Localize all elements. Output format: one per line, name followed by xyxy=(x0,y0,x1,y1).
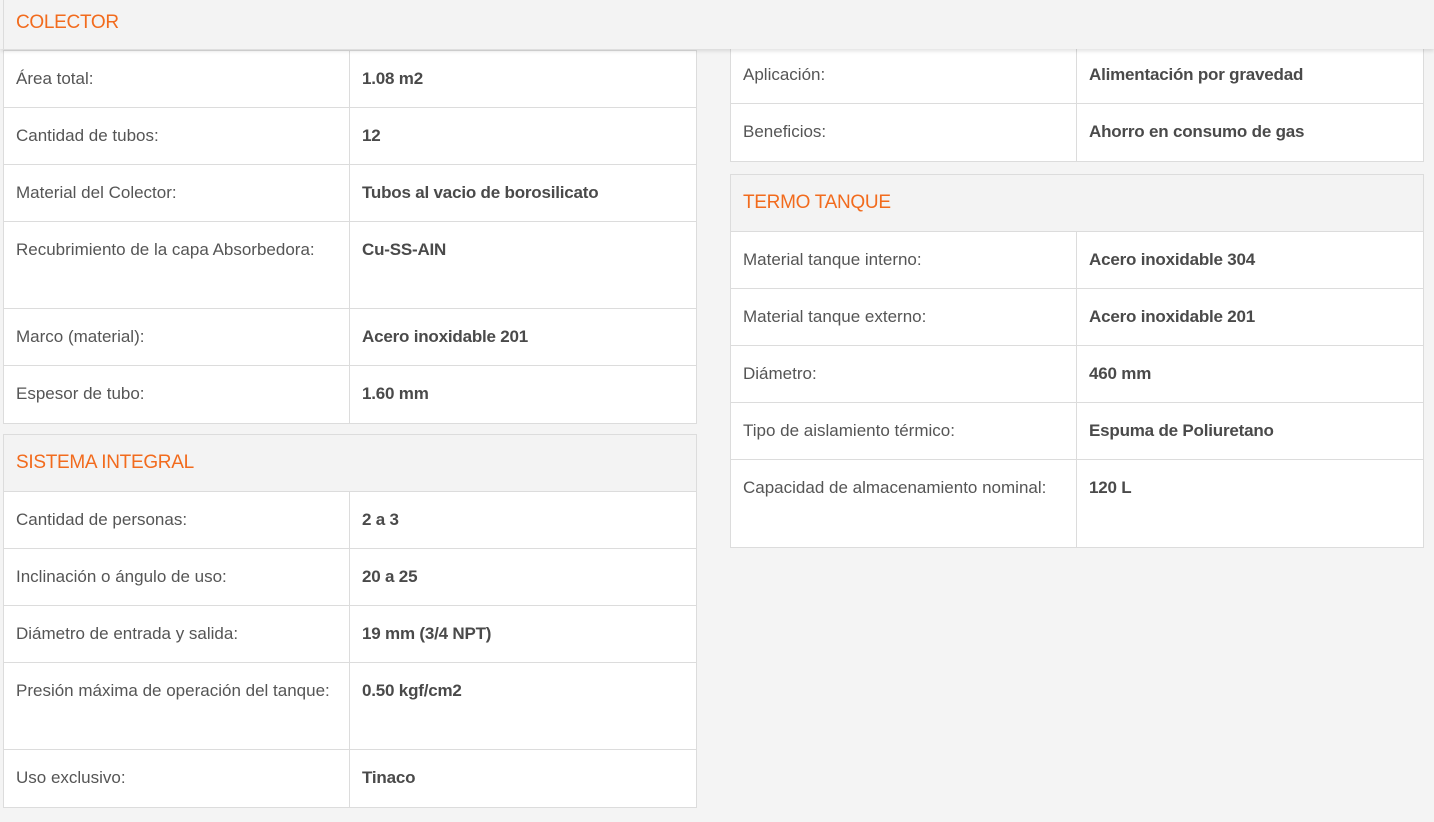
spec-value: 19 mm (3/4 NPT) xyxy=(362,624,492,643)
spec-label: Marco (material): xyxy=(4,309,350,365)
table-row: Cantidad de tubos: 12 xyxy=(4,108,696,165)
table-row: Diámetro: 460 mm xyxy=(731,346,1423,403)
spec-value: 20 a 25 xyxy=(362,567,418,586)
spec-label: Capacidad de almacenamiento nominal: xyxy=(731,460,1077,547)
spec-value: Espuma de Poliuretano xyxy=(1089,421,1274,440)
colector-header-bar: COLECTOR xyxy=(0,0,1434,49)
spec-label: Aplicación: xyxy=(731,47,1077,103)
table-row: Beneficios: Ahorro en consumo de gas xyxy=(731,104,1423,161)
spec-label: Presión máxima de operación del tanque: xyxy=(4,663,350,749)
table-row: Material tanque externo: Acero inoxidabl… xyxy=(731,289,1423,346)
spec-page: COLECTOR Área total: 1.08 m2 Cantidad de… xyxy=(0,0,1434,822)
table-row: Cantidad de personas: 2 a 3 xyxy=(4,492,696,549)
spec-label: Espesor de tubo: xyxy=(4,366,350,423)
spec-label: Material tanque externo: xyxy=(731,289,1077,345)
spec-value: Acero inoxidable 201 xyxy=(362,327,529,346)
spec-value: 120 L xyxy=(1089,478,1132,497)
spec-label: Material del Colector: xyxy=(4,165,350,221)
spec-label: Recubrimiento de la capa Absorbedora: xyxy=(4,222,350,308)
table-row: Capacidad de almacenamiento nominal: 120… xyxy=(731,460,1423,547)
spec-label: Uso exclusivo: xyxy=(4,750,350,807)
colector-title: COLECTOR xyxy=(16,12,119,33)
spec-value: 460 mm xyxy=(1089,364,1152,383)
table-row: Material tanque interno: Acero inoxidabl… xyxy=(731,232,1423,289)
left-edge-divider xyxy=(3,0,4,49)
spec-value: Acero inoxidable 304 xyxy=(1089,250,1256,269)
table-row: Uso exclusivo: Tinaco xyxy=(4,750,696,807)
spec-label: Material tanque interno: xyxy=(731,232,1077,288)
spec-value: Tubos al vacio de borosilicato xyxy=(362,183,599,202)
table-row: Recubrimiento de la capa Absorbedora: Cu… xyxy=(4,222,696,309)
table-row: Espesor de tubo: 1.60 mm xyxy=(4,366,696,423)
sistema-integral-table: SISTEMA INTEGRAL Cantidad de personas: 2… xyxy=(3,434,697,808)
sistema-integral-title: SISTEMA INTEGRAL xyxy=(4,435,696,492)
table-row: Material del Colector: Tubos al vacio de… xyxy=(4,165,696,222)
spec-value: Ahorro en consumo de gas xyxy=(1089,122,1305,141)
spec-label: Tipo de aislamiento térmico: xyxy=(731,403,1077,459)
spec-value: Cu-SS-AIN xyxy=(362,240,447,259)
spec-label: Inclinación o ángulo de uso: xyxy=(4,549,350,605)
table-row: Presión máxima de operación del tanque: … xyxy=(4,663,696,750)
general-table: Aplicación: Alimentación por gravedad Be… xyxy=(730,47,1424,162)
spec-value: 12 xyxy=(362,126,381,145)
spec-label: Cantidad de tubos: xyxy=(4,108,350,164)
spec-label: Cantidad de personas: xyxy=(4,492,350,548)
spec-value: 2 a 3 xyxy=(362,510,399,529)
spec-value: Tinaco xyxy=(362,768,416,787)
spec-value: 1.60 mm xyxy=(362,384,429,403)
table-row: Tipo de aislamiento térmico: Espuma de P… xyxy=(731,403,1423,460)
table-row: Diámetro de entrada y salida: 19 mm (3/4… xyxy=(4,606,696,663)
spec-label: Beneficios: xyxy=(731,104,1077,161)
spec-value: 0.50 kgf/cm2 xyxy=(362,681,462,700)
table-row: Marco (material): Acero inoxidable 201 xyxy=(4,309,696,366)
table-row: Inclinación o ángulo de uso: 20 a 25 xyxy=(4,549,696,606)
spec-label: Área total: xyxy=(4,51,350,107)
spec-value: Acero inoxidable 201 xyxy=(1089,307,1256,326)
termo-tanque-table: TERMO TANQUE Material tanque interno: Ac… xyxy=(730,174,1424,548)
table-row: Área total: 1.08 m2 xyxy=(4,51,696,108)
colector-table: Área total: 1.08 m2 Cantidad de tubos: 1… xyxy=(3,50,697,424)
termo-tanque-title: TERMO TANQUE xyxy=(731,175,1423,232)
table-row: Aplicación: Alimentación por gravedad xyxy=(731,47,1423,104)
spec-value: 1.08 m2 xyxy=(362,69,423,88)
spec-value: Alimentación por gravedad xyxy=(1089,65,1304,84)
spec-label: Diámetro de entrada y salida: xyxy=(4,606,350,662)
spec-label: Diámetro: xyxy=(731,346,1077,402)
